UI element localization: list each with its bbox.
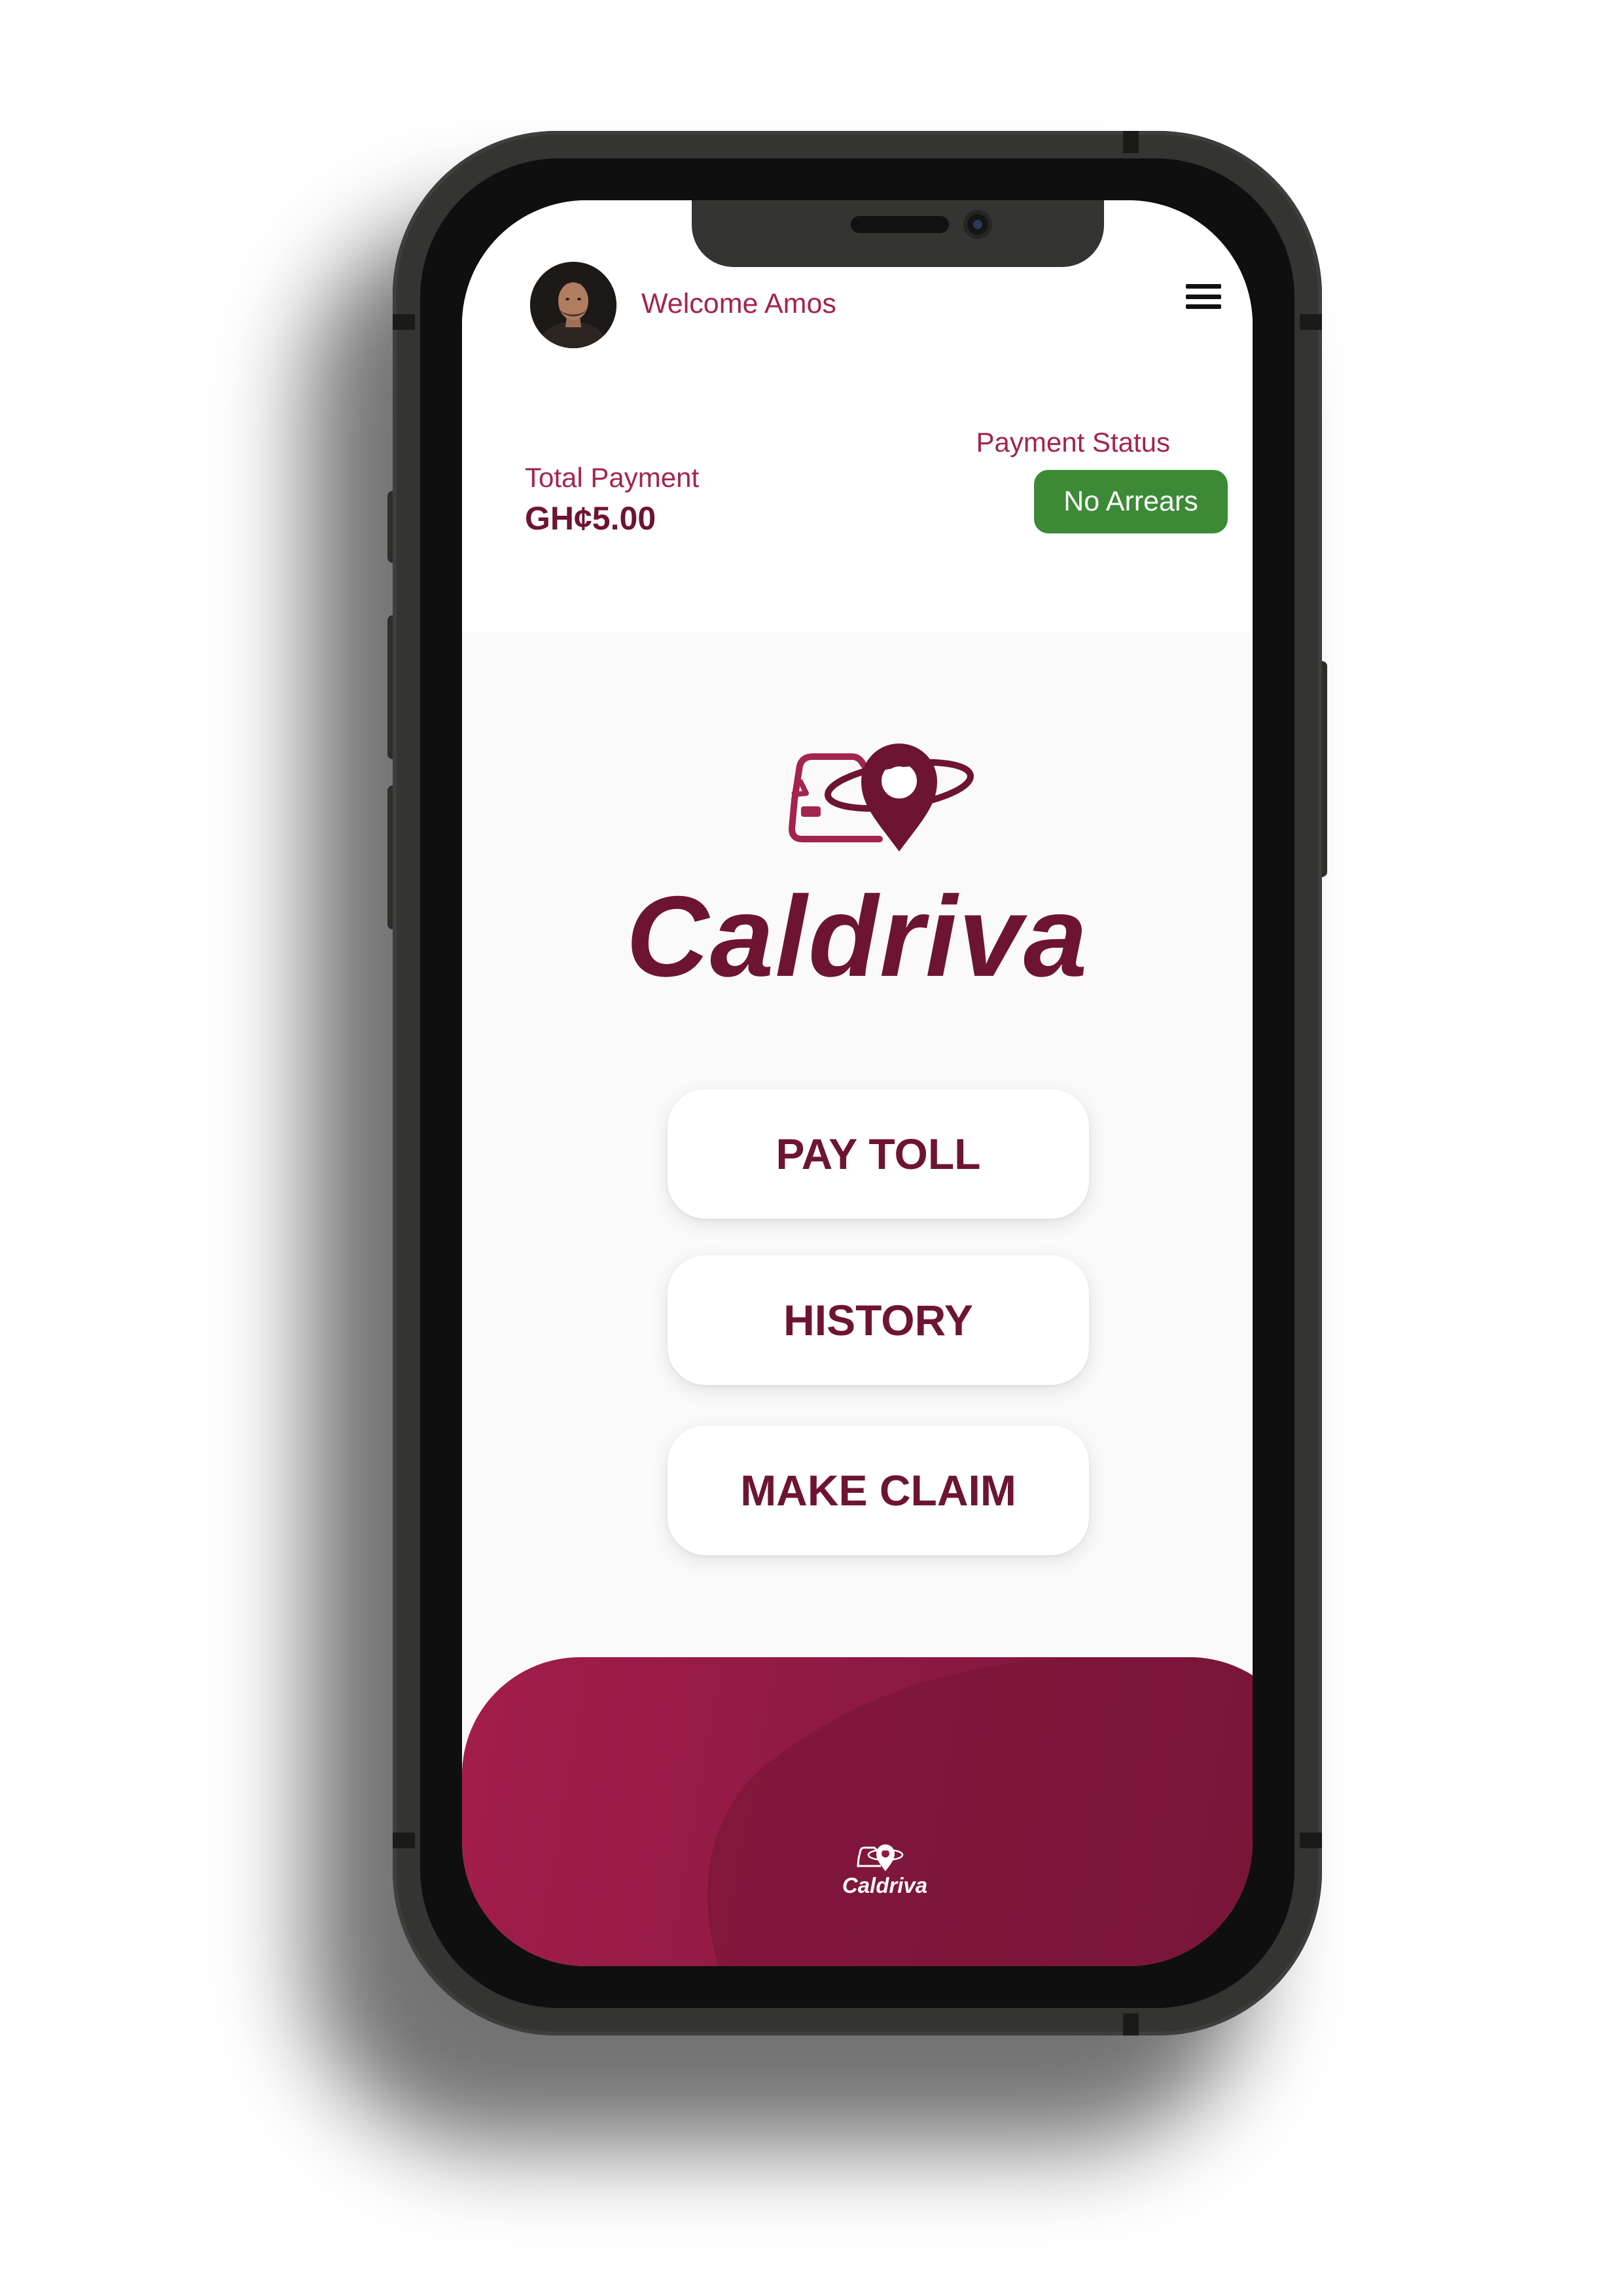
- phone-notch: [692, 200, 1104, 267]
- total-payment-value: GH¢5.00: [525, 500, 656, 537]
- antenna-band: [393, 1833, 415, 1848]
- history-label: HISTORY: [783, 1296, 973, 1344]
- make-claim-button[interactable]: MAKE CLAIM: [668, 1426, 1089, 1555]
- pay-toll-label: PAY TOLL: [776, 1130, 981, 1178]
- pay-toll-button[interactable]: PAY TOLL: [668, 1089, 1089, 1219]
- phone-frame: Welcome Amos Total Payment GH¢5.00 Payme…: [393, 131, 1322, 2036]
- mockup-stage: Welcome Amos Total Payment GH¢5.00 Payme…: [0, 0, 1623, 2296]
- hamburger-menu-icon[interactable]: [1186, 284, 1221, 309]
- payment-status-label: Payment Status: [976, 427, 1170, 457]
- footer-logo-text: Caldriva: [842, 1873, 928, 1897]
- footer-logo-icon: [857, 1844, 904, 1871]
- avatar[interactable]: [530, 262, 616, 348]
- app-screen: Welcome Amos Total Payment GH¢5.00 Payme…: [462, 200, 1253, 1966]
- brand-logo-text: Caldriva: [626, 873, 1089, 1001]
- status-badge: No Arrears: [1034, 470, 1228, 533]
- antenna-band: [1123, 131, 1139, 153]
- footer-panel: Caldriva: [462, 1657, 1253, 1966]
- speaker-grille: [851, 216, 949, 233]
- car-location-pin-icon: [789, 744, 974, 852]
- antenna-band: [1123, 2013, 1139, 2036]
- antenna-band: [393, 314, 415, 330]
- make-claim-label: MAKE CLAIM: [740, 1466, 1016, 1515]
- antenna-band: [1300, 314, 1322, 330]
- front-camera: [963, 210, 992, 239]
- total-payment-label: Total Payment: [525, 462, 700, 493]
- screen-bezel: Welcome Amos Total Payment GH¢5.00 Payme…: [420, 158, 1294, 2008]
- antenna-band: [1300, 1833, 1322, 1848]
- welcome-text: Welcome Amos: [641, 288, 836, 319]
- status-badge-text: No Arrears: [1063, 486, 1198, 517]
- footer-wave-shape: [707, 1657, 1253, 1966]
- history-button[interactable]: HISTORY: [668, 1255, 1089, 1385]
